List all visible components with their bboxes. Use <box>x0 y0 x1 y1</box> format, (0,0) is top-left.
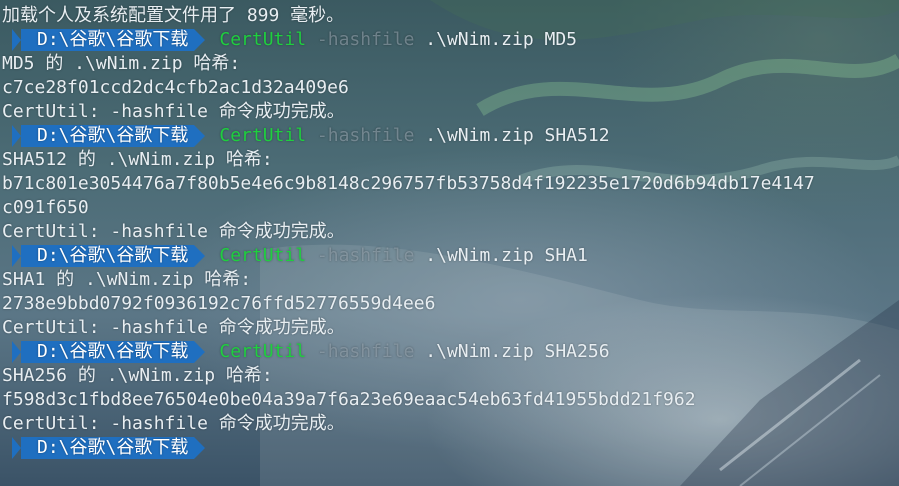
prompt-segment: D:\谷歌\谷歌下载 <box>2 125 206 147</box>
prompt-chevron-icon <box>194 125 206 147</box>
prompt-path: D:\谷歌\谷歌下载 <box>21 437 195 459</box>
prompt-chevron-icon <box>194 437 206 459</box>
prompt-segment: D:\谷歌\谷歌下载 <box>2 341 206 363</box>
command-name: CertUtil <box>219 29 307 50</box>
prompt-chevron-icon <box>194 29 206 51</box>
hash-value-continued: c091f650 <box>2 197 89 218</box>
prompt-arrow-icon <box>12 341 21 363</box>
hash-header: SHA256 的 .\wNim.zip 哈希: <box>2 365 273 386</box>
success-message: CertUtil: -hashfile 命令成功完成。 <box>2 413 345 434</box>
success-message: CertUtil: -hashfile 命令成功完成。 <box>2 101 345 122</box>
hash-value: b71c801e3054476a7f80b5e4e6c9b8148c296757… <box>2 173 815 194</box>
hash-value: f598d3c1fbd8ee76504e0be04a39a7f6a23e69ea… <box>2 389 696 410</box>
hash-value: c7ce28f01ccd2dc4cfb2ac1d32a409e6 <box>2 77 349 98</box>
prompt-arrow-icon <box>12 125 21 147</box>
command-flag: -hashfile <box>316 125 415 146</box>
prompt-arrow-icon <box>12 29 21 51</box>
prompt-line: D:\谷歌\谷歌下载 CertUtil -hashfile .\wNim.zip… <box>2 244 899 268</box>
command-flag: -hashfile <box>316 29 415 50</box>
command-flag: -hashfile <box>316 341 415 362</box>
prompt-path: D:\谷歌\谷歌下载 <box>21 125 195 147</box>
success-message: CertUtil: -hashfile 命令成功完成。 <box>2 317 345 338</box>
command-args: .\wNim.zip SHA512 <box>425 125 610 146</box>
command-name: CertUtil <box>219 245 307 266</box>
success-message: CertUtil: -hashfile 命令成功完成。 <box>2 221 345 242</box>
prompt-line: D:\谷歌\谷歌下载 CertUtil -hashfile .\wNim.zip… <box>2 340 899 364</box>
prompt-path: D:\谷歌\谷歌下载 <box>21 245 195 267</box>
startup-banner: 加载个人及系统配置文件用了 899 毫秒。 <box>2 5 345 26</box>
command-name: CertUtil <box>219 125 307 146</box>
command-args: .\wNim.zip SHA256 <box>425 341 610 362</box>
prompt-path: D:\谷歌\谷歌下载 <box>21 341 195 363</box>
command-name: CertUtil <box>219 341 307 362</box>
prompt-arrow-icon <box>12 437 21 459</box>
active-prompt-line[interactable]: D:\谷歌\谷歌下载 <box>2 436 899 460</box>
prompt-arrow-icon <box>12 245 21 267</box>
prompt-chevron-icon <box>194 341 206 363</box>
hash-header: SHA1 的 .\wNim.zip 哈希: <box>2 269 252 290</box>
hash-value: 2738e9bbd0792f0936192c76ffd52776559d4ee6 <box>2 293 436 314</box>
prompt-segment: D:\谷歌\谷歌下载 <box>2 245 206 267</box>
prompt-path: D:\谷歌\谷歌下载 <box>21 29 195 51</box>
prompt-segment: D:\谷歌\谷歌下载 <box>2 29 206 51</box>
command-flag: -hashfile <box>316 245 415 266</box>
command-args: .\wNim.zip SHA1 <box>425 245 588 266</box>
prompt-chevron-icon <box>194 245 206 267</box>
hash-header: SHA512 的 .\wNim.zip 哈希: <box>2 149 273 170</box>
prompt-line: D:\谷歌\谷歌下载 CertUtil -hashfile .\wNim.zip… <box>2 124 899 148</box>
prompt-line: D:\谷歌\谷歌下载 CertUtil -hashfile .\wNim.zip… <box>2 28 899 52</box>
command-args: .\wNim.zip MD5 <box>425 29 578 50</box>
terminal-output: 加载个人及系统配置文件用了 899 毫秒。 D:\谷歌\谷歌下载 CertUti… <box>2 4 899 460</box>
hash-header: MD5 的 .\wNim.zip 哈希: <box>2 53 241 74</box>
prompt-segment: D:\谷歌\谷歌下载 <box>2 437 206 459</box>
